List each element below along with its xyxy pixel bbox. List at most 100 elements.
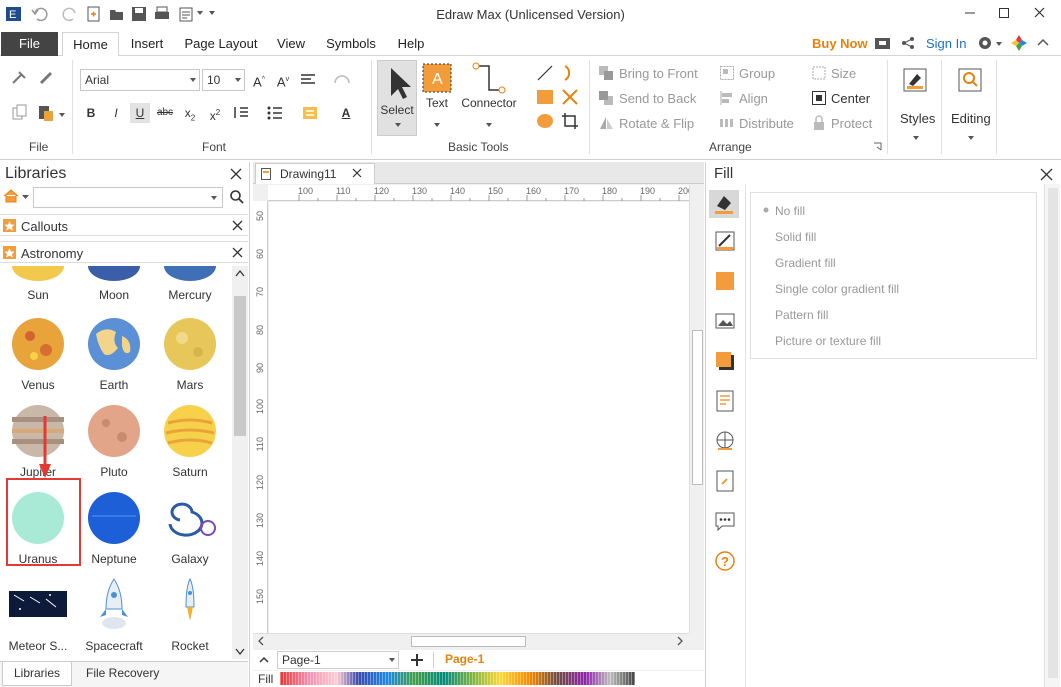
close-astronomy-icon[interactable]: [232, 247, 243, 258]
tab-file[interactable]: File: [1, 32, 58, 56]
copy-icon[interactable]: [10, 103, 30, 123]
subscript-button[interactable]: x2: [180, 103, 200, 123]
fill-panel-scrollbar[interactable]: [1044, 184, 1060, 687]
comment-icon[interactable]: [714, 510, 736, 532]
font-size-select[interactable]: 10: [202, 69, 245, 91]
tab-libraries[interactable]: Libraries: [2, 662, 72, 686]
edraw-apps-icon[interactable]: [1010, 34, 1028, 52]
group-button[interactable]: Group: [739, 66, 775, 81]
tab-symbols[interactable]: Symbols: [320, 32, 382, 56]
send-to-back-button[interactable]: Send to Back: [619, 91, 696, 106]
fill-option-picture[interactable]: Picture or texture fill: [775, 334, 881, 348]
canvas-vertical-scrollbar[interactable]: [689, 185, 704, 633]
text-direction-icon[interactable]: [333, 70, 353, 90]
editing-dropdown-icon[interactable]: [967, 134, 975, 142]
libraries-scrollbar[interactable]: [232, 266, 248, 659]
paste-icon[interactable]: [36, 103, 56, 123]
page-collapse-icon[interactable]: [258, 654, 270, 666]
hyperlink-globe-icon[interactable]: [714, 430, 736, 452]
canvas-horizontal-scrollbar[interactable]: [253, 633, 689, 648]
clear-format-icon[interactable]: [36, 68, 56, 88]
image-tab-icon[interactable]: [714, 310, 736, 332]
tab-view[interactable]: View: [270, 32, 312, 56]
page-select[interactable]: Page-1: [277, 651, 399, 669]
center-button[interactable]: Center: [831, 91, 870, 106]
select-dropdown-icon[interactable]: [394, 121, 402, 129]
close-fill-panel-icon[interactable]: [1040, 168, 1053, 181]
font-color-icon[interactable]: A: [336, 103, 356, 123]
line-tab-icon[interactable]: [714, 230, 736, 252]
scrollbar-thumb[interactable]: [411, 636, 526, 647]
align-button[interactable]: Align: [739, 91, 768, 106]
shape-venus[interactable]: Venus: [0, 316, 76, 396]
rectangle-tool-icon[interactable]: [535, 87, 555, 107]
library-section-astronomy[interactable]: Astronomy: [0, 241, 248, 263]
styles-icon[interactable]: [901, 66, 929, 94]
active-page-tab[interactable]: Page-1: [445, 652, 484, 666]
close-window-button[interactable]: [1028, 3, 1052, 23]
size-button[interactable]: Size: [831, 66, 856, 81]
superscript-button[interactable]: x2: [205, 103, 225, 123]
close-tab-icon[interactable]: [352, 168, 362, 178]
fill-option-gradient[interactable]: Gradient fill: [775, 256, 836, 270]
shape-moon[interactable]: Moon: [76, 266, 152, 308]
home-icon[interactable]: [3, 188, 19, 204]
editing-search-icon[interactable]: [956, 66, 984, 94]
page-properties-icon[interactable]: [714, 390, 736, 412]
editing-button[interactable]: Editing: [951, 111, 991, 126]
shape-galaxy[interactable]: Galaxy: [152, 490, 228, 570]
shape-spacecraft[interactable]: Spacecraft: [76, 577, 152, 657]
shape-style-tab-icon[interactable]: [714, 270, 736, 292]
tab-home[interactable]: Home: [62, 32, 119, 57]
line-tool-icon[interactable]: [535, 63, 555, 83]
protect-button[interactable]: Protect: [831, 116, 872, 131]
bold-button[interactable]: B: [81, 103, 101, 123]
gear-icon[interactable]: [976, 34, 994, 52]
fill-tab-icon[interactable]: [709, 190, 739, 218]
scrollbar-thumb[interactable]: [234, 296, 246, 436]
share-icon[interactable]: [900, 35, 916, 51]
tab-file-recovery[interactable]: File Recovery: [86, 666, 159, 680]
library-search-input[interactable]: [33, 187, 223, 208]
styles-dropdown-icon[interactable]: [912, 134, 920, 142]
library-section-callouts[interactable]: Callouts: [0, 214, 248, 236]
shadow-tab-icon[interactable]: [714, 350, 736, 372]
shape-saturn[interactable]: Saturn: [152, 403, 228, 483]
fill-option-solid[interactable]: Solid fill: [775, 230, 816, 244]
close-callouts-icon[interactable]: [232, 220, 243, 231]
tab-insert[interactable]: Insert: [122, 32, 172, 56]
search-icon[interactable]: [229, 189, 245, 205]
cross-tool-icon[interactable]: [560, 87, 580, 107]
help-icon[interactable]: ?: [714, 550, 736, 572]
text-highlight-icon[interactable]: [300, 103, 320, 123]
text-dropdown-icon[interactable]: [433, 121, 441, 129]
fill-option-single-color-gradient[interactable]: Single color gradient fill: [775, 282, 899, 296]
shape-mars[interactable]: Mars: [152, 316, 228, 396]
close-libraries-icon[interactable]: [229, 167, 243, 181]
document-tab[interactable]: Drawing11: [255, 163, 375, 184]
shape-pluto[interactable]: Pluto: [76, 403, 152, 483]
styles-button[interactable]: Styles: [900, 111, 935, 126]
shape-earth[interactable]: Earth: [76, 316, 152, 396]
shape-meteor-shower[interactable]: Meteor S...: [0, 577, 76, 657]
fill-option-pattern[interactable]: Pattern fill: [775, 308, 828, 322]
rotate-flip-button[interactable]: Rotate & Flip: [619, 116, 694, 131]
attachment-icon[interactable]: [714, 470, 736, 492]
add-page-icon[interactable]: [410, 653, 424, 667]
cart-icon[interactable]: [874, 35, 892, 51]
shape-sun[interactable]: Sun: [0, 266, 76, 308]
bullet-list-icon[interactable]: [265, 103, 285, 123]
shape-mercury[interactable]: Mercury: [152, 266, 228, 308]
strikethrough-button[interactable]: abc: [155, 103, 175, 123]
buy-now-link[interactable]: Buy Now: [812, 36, 868, 51]
maximize-button[interactable]: [992, 3, 1016, 23]
format-painter-icon[interactable]: [10, 68, 30, 88]
font-family-select[interactable]: Arial: [80, 69, 200, 91]
drawing-page[interactable]: [269, 202, 689, 633]
crop-tool-icon[interactable]: [560, 111, 580, 131]
line-spacing-icon[interactable]: [231, 103, 251, 123]
no-fill-radio[interactable]: [761, 205, 771, 215]
arrange-launcher-icon[interactable]: [873, 142, 882, 151]
scrollbar-thumb[interactable]: [1048, 188, 1058, 678]
sign-in-link[interactable]: Sign In: [926, 36, 966, 51]
